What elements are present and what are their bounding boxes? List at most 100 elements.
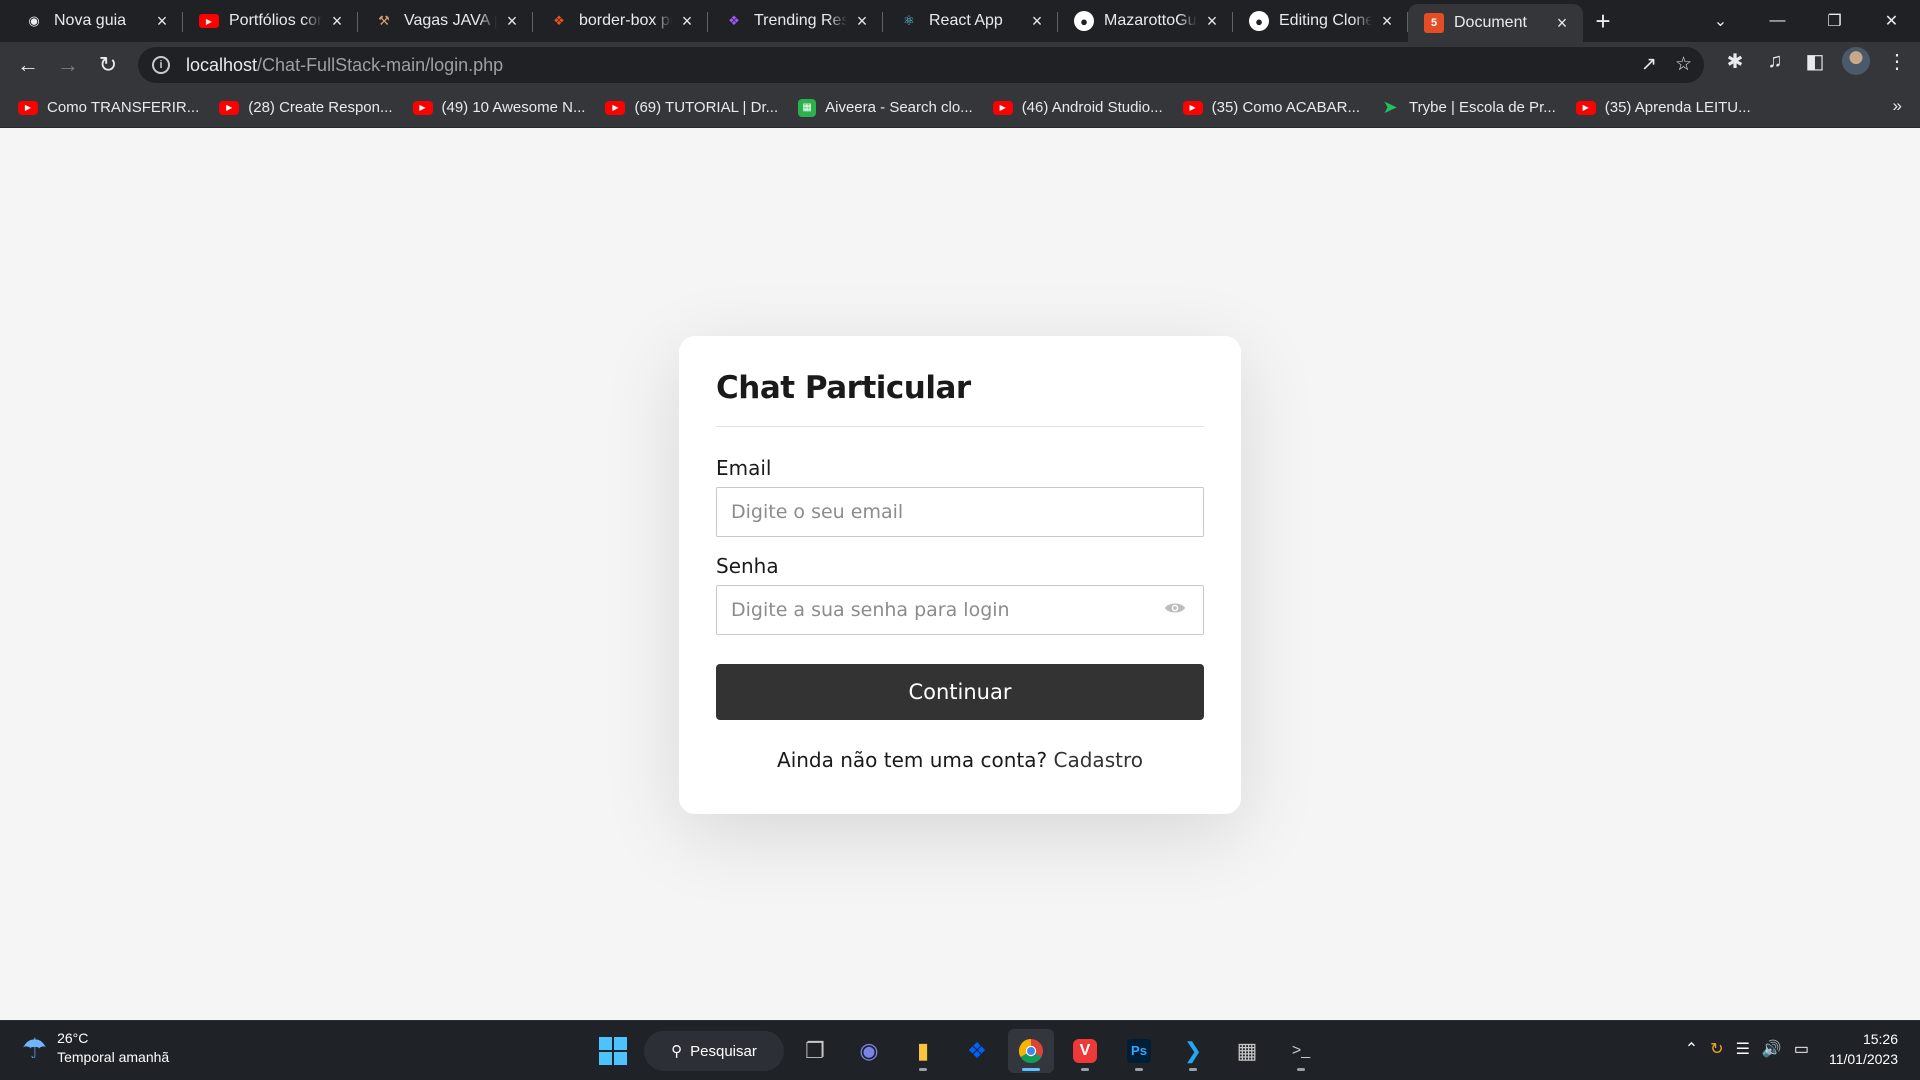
running-indicator bbox=[1189, 1068, 1197, 1071]
taskbar-search[interactable]: ⚲ Pesquisar bbox=[644, 1031, 784, 1071]
omnibox-actions: ↗ ☆ bbox=[1641, 53, 1692, 76]
windows-logo-icon bbox=[599, 1037, 627, 1065]
chevron-up-icon[interactable]: ⌃ bbox=[1685, 1039, 1698, 1059]
email-field-wrapper bbox=[716, 487, 1204, 537]
clock[interactable]: 15:26 11/01/2023 bbox=[1829, 1029, 1898, 1069]
wifi-icon[interactable]: ☰ bbox=[1736, 1039, 1750, 1059]
teams-chat-icon[interactable]: ◉ bbox=[846, 1029, 892, 1073]
task-view-icon[interactable]: ❐ bbox=[792, 1029, 838, 1073]
system-tray: ⌃ ↻ ☰ 🔊 ▭ 15:26 11/01/2023 bbox=[1685, 1029, 1898, 1069]
close-icon[interactable]: × bbox=[1378, 12, 1396, 30]
weather-text: 26°C Temporal amanhã bbox=[57, 1029, 169, 1067]
tab-react-app[interactable]: ⚛ React App × bbox=[883, 0, 1058, 42]
bookmark-star-icon[interactable]: ☆ bbox=[1675, 53, 1692, 76]
vivaldi-icon[interactable]: V bbox=[1062, 1029, 1108, 1073]
tab-title: Vagas JAVA pa bbox=[404, 12, 497, 29]
menu-icon[interactable]: ⋮ bbox=[1884, 49, 1910, 74]
extensions-icon[interactable]: ✱ bbox=[1722, 49, 1748, 74]
close-icon[interactable]: × bbox=[328, 12, 346, 30]
tab-search-icon[interactable]: ⌄ bbox=[1692, 11, 1749, 31]
github-icon: ● bbox=[1074, 11, 1094, 31]
signup-link[interactable]: Cadastro bbox=[1054, 748, 1143, 772]
restore-icon[interactable]: ❐ bbox=[1806, 11, 1863, 31]
forward-icon[interactable]: → bbox=[48, 45, 88, 85]
profile-avatar[interactable] bbox=[1842, 47, 1870, 75]
minimize-icon[interactable]: — bbox=[1749, 12, 1806, 30]
tab-editing-clone[interactable]: ● Editing Clone × bbox=[1233, 0, 1408, 42]
media-control-icon[interactable]: ♫ bbox=[1762, 50, 1788, 73]
close-icon[interactable]: × bbox=[503, 12, 521, 30]
close-icon[interactable]: × bbox=[1553, 14, 1571, 32]
running-indicator bbox=[919, 1068, 927, 1071]
chrome-taskbar-icon[interactable] bbox=[1008, 1029, 1054, 1073]
more-bookmarks-icon[interactable]: » bbox=[1893, 96, 1902, 116]
site-info-icon[interactable]: i bbox=[152, 56, 170, 74]
side-panel-icon[interactable]: ◧ bbox=[1802, 49, 1828, 74]
search-label: Pesquisar bbox=[690, 1042, 757, 1060]
close-icon[interactable]: × bbox=[853, 12, 871, 30]
share-icon[interactable]: ↗ bbox=[1641, 53, 1657, 76]
youtube-icon: ▶ bbox=[219, 100, 240, 115]
signup-prompt: Ainda não tem uma conta? Cadastro bbox=[716, 748, 1204, 772]
url-host: localhost bbox=[186, 54, 258, 75]
reload-icon[interactable]: ↻ bbox=[88, 45, 128, 85]
sync-icon[interactable]: ↻ bbox=[1710, 1039, 1723, 1059]
email-field[interactable] bbox=[716, 487, 1204, 537]
tab-portfolios[interactable]: ▶ Portfólios com × bbox=[183, 0, 358, 42]
new-tab-button[interactable]: + bbox=[1583, 0, 1623, 42]
bookmark-label: (28) Create Respon... bbox=[248, 99, 393, 116]
bookmark-label: (49) 10 Awesome N... bbox=[441, 99, 586, 116]
start-button[interactable] bbox=[590, 1029, 636, 1073]
running-indicator bbox=[1022, 1068, 1040, 1071]
close-icon[interactable]: × bbox=[678, 12, 696, 30]
bookmark-item[interactable]: ▶ (35) Aprenda LEITU... bbox=[1575, 99, 1751, 116]
bookmark-item[interactable]: ▶ (69) TUTORIAL | Dr... bbox=[605, 99, 778, 116]
password-field[interactable] bbox=[716, 585, 1204, 635]
chrome-logo-icon bbox=[1018, 1039, 1043, 1064]
tab-vagas-java[interactable]: ⚒ Vagas JAVA pa × bbox=[358, 0, 533, 42]
terminal-icon[interactable]: >_ bbox=[1278, 1029, 1324, 1073]
figma-icon: ❖ bbox=[553, 13, 565, 28]
bookmark-item[interactable]: ▶ (35) Como ACABAR... bbox=[1182, 99, 1360, 116]
vscode-icon[interactable]: ❯ bbox=[1170, 1029, 1216, 1073]
tab-border-box[interactable]: ❖ border-box pr × bbox=[533, 0, 708, 42]
bookmark-item[interactable]: ▦ Aiveera - Search clo... bbox=[798, 98, 973, 117]
time: 15:26 bbox=[1862, 1031, 1898, 1047]
github-icon: ● bbox=[1249, 11, 1269, 31]
bookmark-item[interactable]: ▶ (49) 10 Awesome N... bbox=[412, 99, 586, 116]
bookmark-item[interactable]: ➤ Trybe | Escola de Pr... bbox=[1380, 97, 1555, 117]
close-icon[interactable]: × bbox=[1028, 12, 1046, 30]
email-label: Email bbox=[716, 456, 772, 480]
bookmark-item[interactable]: ▶ Como TRANSFERIR... bbox=[18, 99, 199, 116]
bookmark-label: (46) Android Studio... bbox=[1021, 99, 1163, 116]
file-explorer-icon[interactable]: ▮ bbox=[900, 1029, 946, 1073]
dropbox-icon[interactable]: ❖ bbox=[954, 1029, 1000, 1073]
back-icon[interactable]: ← bbox=[8, 45, 48, 85]
show-password-icon[interactable] bbox=[1164, 601, 1186, 615]
bookmark-item[interactable]: ▶ (28) Create Respon... bbox=[219, 99, 393, 116]
search-icon: ⚲ bbox=[671, 1043, 683, 1060]
close-icon[interactable]: × bbox=[1203, 12, 1221, 30]
browser-tab-strip: ◉ Nova guia × ▶ Portfólios com × ⚒ Vagas… bbox=[0, 0, 1920, 42]
youtube-icon: ▶ bbox=[992, 100, 1013, 115]
tab-trending-resources[interactable]: ❖ Trending Reso × bbox=[708, 0, 883, 42]
tab-github-profile[interactable]: ● MazarottoGui × bbox=[1058, 0, 1233, 42]
toolbar-actions: ✱ ♫ ◧ ⋮ bbox=[1722, 47, 1910, 75]
bookmark-item[interactable]: ▶ (46) Android Studio... bbox=[992, 99, 1163, 116]
tab-nova-guia[interactable]: ◉ Nova guia × bbox=[8, 0, 183, 42]
bookmark-label: Aiveera - Search clo... bbox=[825, 99, 973, 116]
youtube-icon: ▶ bbox=[605, 100, 626, 115]
calculator-icon[interactable]: ▦ bbox=[1224, 1029, 1270, 1073]
address-bar[interactable]: i localhost/Chat-FullStack-main/login.ph… bbox=[138, 47, 1704, 83]
continue-button[interactable]: Continuar bbox=[716, 664, 1204, 720]
umbrella-rain-icon: ☂ bbox=[22, 1032, 48, 1064]
weather-widget[interactable]: ☂ 26°C Temporal amanhã bbox=[22, 1029, 169, 1067]
tab-document[interactable]: 5 Document × bbox=[1408, 4, 1583, 42]
tab-title: Nova guia bbox=[54, 12, 127, 29]
close-icon[interactable]: × bbox=[153, 12, 171, 30]
photoshop-icon[interactable]: Ps bbox=[1116, 1029, 1162, 1073]
battery-icon[interactable]: ▭ bbox=[1794, 1039, 1809, 1059]
close-window-icon[interactable]: ✕ bbox=[1863, 11, 1920, 31]
url-text: localhost/Chat-FullStack-main/login.php bbox=[186, 55, 503, 76]
volume-icon[interactable]: 🔊 bbox=[1762, 1039, 1782, 1059]
